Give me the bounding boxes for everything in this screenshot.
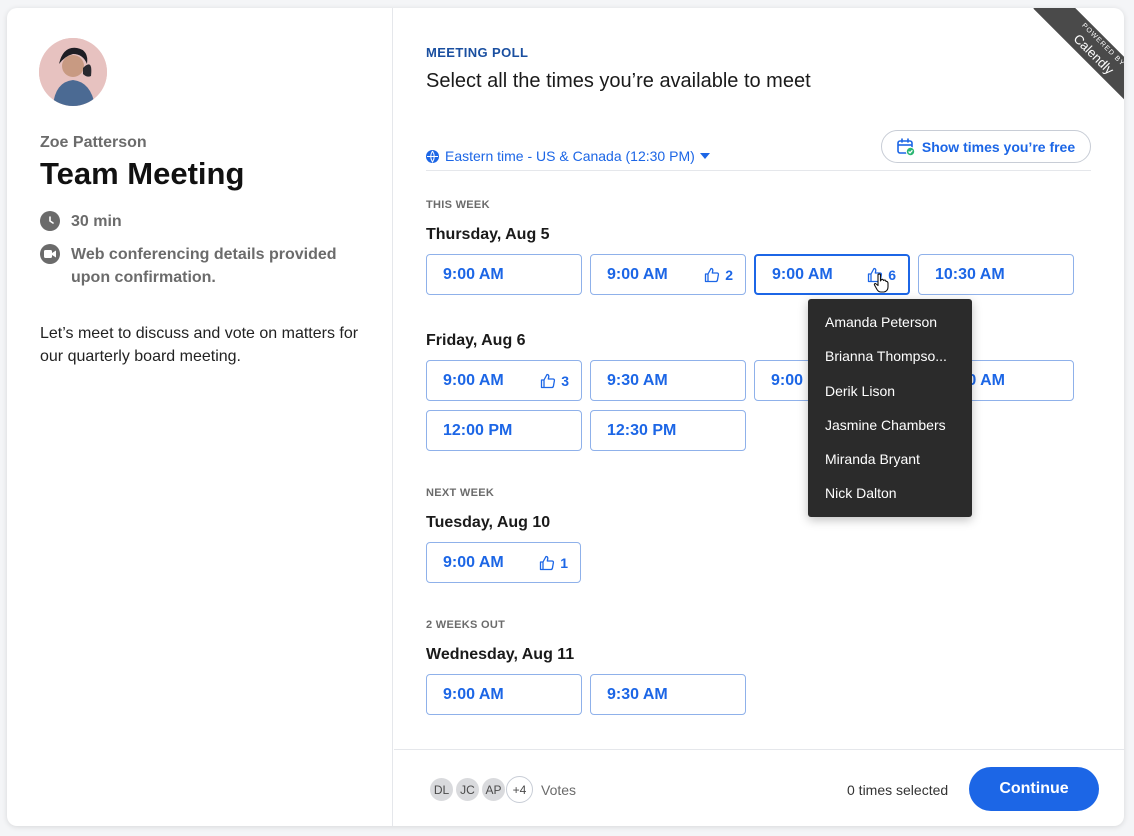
clock-icon [40,211,60,231]
voter-chip: AP [480,776,507,803]
slot-time: 9:00 AM [443,553,504,571]
voter-name: Derik Lison [825,382,896,399]
show-free-times-button[interactable]: Show times you’re free [881,130,1091,163]
slot-time: 9:30 AM [607,685,668,703]
host-name: Zoe Patterson [40,134,147,151]
poll-panel: MEETING POLL Select all the times you’re… [394,8,1124,826]
thumbs-up-icon [541,373,556,388]
time-slot[interactable]: 9:30 AM [590,674,746,715]
slot-time: 12:30 PM [607,421,677,439]
vote-count: 6 [888,266,896,283]
voter-chip: JC [454,776,481,803]
show-free-times-label: Show times you’re free [921,138,1076,155]
slot-votes: 1 [539,555,568,571]
avatar [39,38,107,106]
video-icon [40,244,60,264]
time-slot[interactable]: 12:30 PM [590,410,746,451]
votes-label: Votes [541,781,577,798]
divider [426,170,1091,171]
more-voters-chip[interactable]: +4 [506,776,533,803]
conferencing-details: Web conferencing details provided upon c… [71,246,337,286]
slot-time: 9:00 AM [607,265,668,283]
time-slot[interactable]: 9:00 AM 3 [426,360,582,401]
voter-name: Miranda Bryant [825,451,920,468]
slot-time: 9:00 AM [772,265,833,283]
day-label: Wednesday, Aug 11 [426,646,575,663]
voter-name: Jasmine Chambers [825,416,946,433]
calendar-check-icon [897,137,916,156]
poll-label: MEETING POLL [426,45,529,60]
event-details-panel: Zoe Patterson Team Meeting 30 min Web co… [7,8,393,826]
chevron-down-icon [699,153,710,159]
slot-time: 9:00 AM [443,371,504,389]
voter-chip: DL [428,776,455,803]
day-label: Tuesday, Aug 10 [426,514,551,531]
vote-count: 1 [560,554,568,571]
slot-time: 9:00 AM [443,685,504,703]
time-slot[interactable]: 9:00 AM 1 [426,542,581,583]
thumbs-up-icon [540,555,555,570]
powered-by-ribbon[interactable]: POWERED BY Calendly [1014,8,1124,118]
slot-time: 9:00 [771,371,804,389]
slot-time: 9:30 AM [607,371,668,389]
slot-time: 10:30 AM [935,265,1005,283]
footer: DL JC AP +4 Votes 0 times selected Conti… [394,749,1124,826]
slot-votes[interactable]: 6 [867,266,896,293]
thumbs-up-icon [705,267,720,282]
slot-time: 9:00 AM [443,265,504,283]
pointer-hand-icon [874,272,889,293]
time-slot[interactable]: 12:00 PM [426,410,582,451]
time-slot[interactable]: 9:00 AM 2 [590,254,746,295]
globe-icon [426,149,439,163]
vote-count: 2 [725,266,733,283]
day-label: Friday, Aug 6 [426,332,526,349]
slot-time: 0 AM [967,371,1005,389]
day-label: Thursday, Aug 5 [426,226,550,243]
timezone-selector[interactable]: Eastern time - US & Canada (12:30 PM) [426,148,710,164]
slot-votes: 3 [540,373,569,389]
time-slot-hovered[interactable]: 9:00 AM 6 [754,254,910,295]
booking-card: Zoe Patterson Team Meeting 30 min Web co… [7,8,1124,826]
event-description: Let’s meet to discuss and vote on matter… [40,325,359,365]
timezone-label: Eastern time - US & Canada (12:30 PM) [445,148,695,164]
voters-tooltip: Amanda Peterson Brianna Thompso... Derik… [808,299,972,517]
slot-votes: 2 [704,267,733,283]
voter-name: Nick Dalton [825,485,897,502]
slot-time: 12:00 PM [443,421,513,439]
voter-name: Brianna Thompso... [825,348,947,365]
conferencing-row: Web conferencing details provided upon c… [40,243,350,289]
time-slot[interactable]: 9:00 AM [426,254,582,295]
time-slot[interactable]: 9:00 AM [426,674,582,715]
duration-row: 30 min [40,210,122,233]
week-label: THIS WEEK [426,199,490,211]
voter-avatars: DL JC AP +4 Votes [428,776,576,803]
voter-name: Amanda Peterson [825,314,938,330]
time-slot[interactable]: 9:30 AM [590,360,746,401]
vote-count: 3 [561,372,569,389]
continue-button[interactable]: Continue [969,767,1099,811]
selected-count: 0 times selected [847,782,949,798]
event-title: Team Meeting [40,156,245,191]
time-slot[interactable]: 10:30 AM [918,254,1074,295]
week-label: NEXT WEEK [426,487,495,499]
poll-heading: Select all the times you’re available to… [426,70,811,92]
duration: 30 min [71,213,122,230]
calendly-badge: POWERED BY Calendly [1033,8,1124,115]
week-label: 2 WEEKS OUT [426,619,506,631]
